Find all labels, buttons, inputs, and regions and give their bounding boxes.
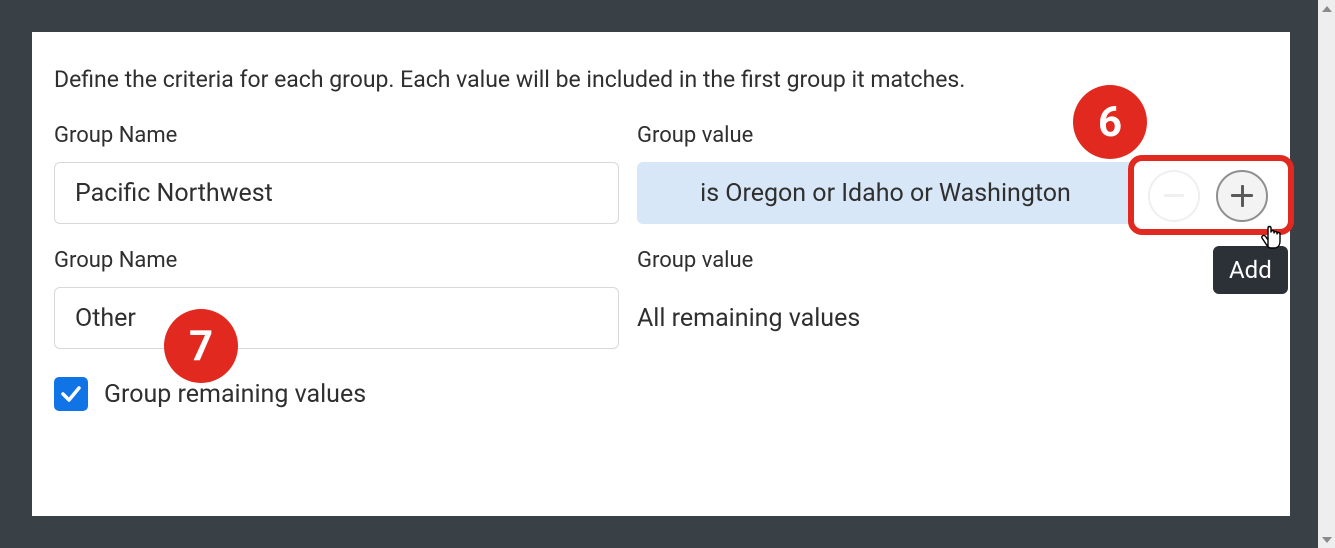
group-row: Group Name Group value All remaining val…	[54, 248, 1268, 349]
group-name-label: Group Name	[54, 123, 619, 148]
group-value-static: All remaining values	[637, 287, 1268, 349]
instruction-text: Define the criteria for each group. Each…	[54, 66, 1268, 93]
group-name-input[interactable]	[54, 162, 619, 224]
scroll-down-button[interactable]	[1318, 531, 1335, 548]
group-remaining-row: Group remaining values	[54, 377, 1268, 411]
check-icon	[59, 382, 83, 406]
group-row: Group Name Group value is Oregon or Idah…	[54, 123, 1268, 224]
chevron-down-icon	[1322, 537, 1332, 543]
group-remaining-label: Group remaining values	[104, 380, 366, 409]
group-value-label: Group value	[637, 123, 1268, 148]
remove-group-button[interactable]	[1148, 170, 1200, 222]
group-name-label: Group Name	[54, 248, 619, 273]
group-name-column: Group Name	[54, 248, 619, 349]
row-action-buttons	[1148, 165, 1268, 222]
group-definition-panel: Define the criteria for each group. Each…	[32, 32, 1290, 516]
add-tooltip: Add	[1213, 246, 1288, 294]
group-value-label: Group value	[637, 248, 1268, 273]
add-group-button[interactable]	[1216, 170, 1268, 222]
group-name-column: Group Name	[54, 123, 619, 224]
chevron-up-icon	[1322, 6, 1332, 12]
group-value-pill[interactable]: is Oregon or Idaho or Washington	[637, 162, 1134, 224]
group-remaining-checkbox[interactable]	[54, 377, 88, 411]
vertical-scrollbar[interactable]	[1318, 0, 1335, 548]
group-value-column: Group value is Oregon or Idaho or Washin…	[637, 123, 1268, 224]
group-value-column: Group value All remaining values	[637, 248, 1268, 349]
scroll-up-button[interactable]	[1318, 0, 1335, 17]
minus-icon	[1164, 194, 1184, 197]
group-name-input[interactable]	[54, 287, 619, 349]
